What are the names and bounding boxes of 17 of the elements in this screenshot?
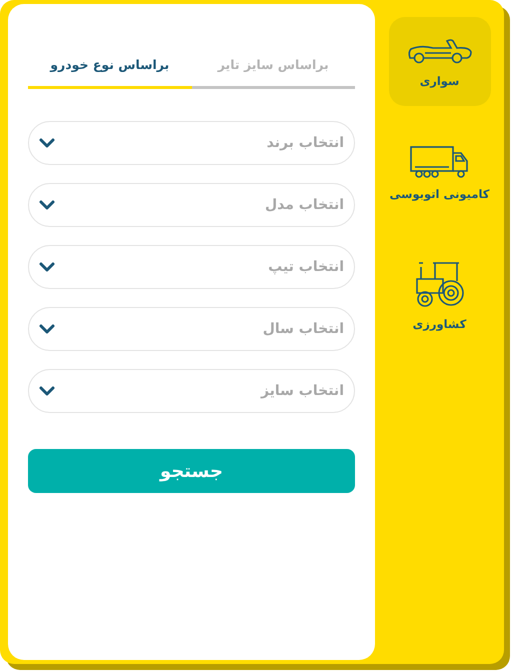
chevron-down-icon (39, 324, 55, 334)
category-button[interactable]: کشاورزی (388, 240, 490, 350)
dropdown-field[interactable]: انتخاب مدل (28, 183, 355, 227)
chevron-down-icon (39, 200, 55, 210)
truck-icon (408, 145, 470, 179)
chevron-down-icon (39, 262, 55, 272)
dropdown-field[interactable]: انتخاب برند (28, 121, 355, 165)
dropdown-field[interactable]: انتخاب تیپ (28, 245, 355, 289)
dropdown-field[interactable]: انتخاب سال (28, 307, 355, 351)
tab[interactable]: براساس سایز تایر (192, 24, 355, 89)
chevron-down-icon (39, 138, 55, 148)
tab[interactable]: براساس نوع خودرو (28, 24, 192, 89)
dropdown-field[interactable]: انتخاب سایز (28, 369, 355, 413)
category-button[interactable]: سواری (388, 17, 490, 106)
chevron-down-icon (39, 386, 55, 396)
search-button[interactable]: جستجو (28, 449, 355, 493)
category-button[interactable]: کامیونی اتوبوسی (388, 118, 490, 228)
